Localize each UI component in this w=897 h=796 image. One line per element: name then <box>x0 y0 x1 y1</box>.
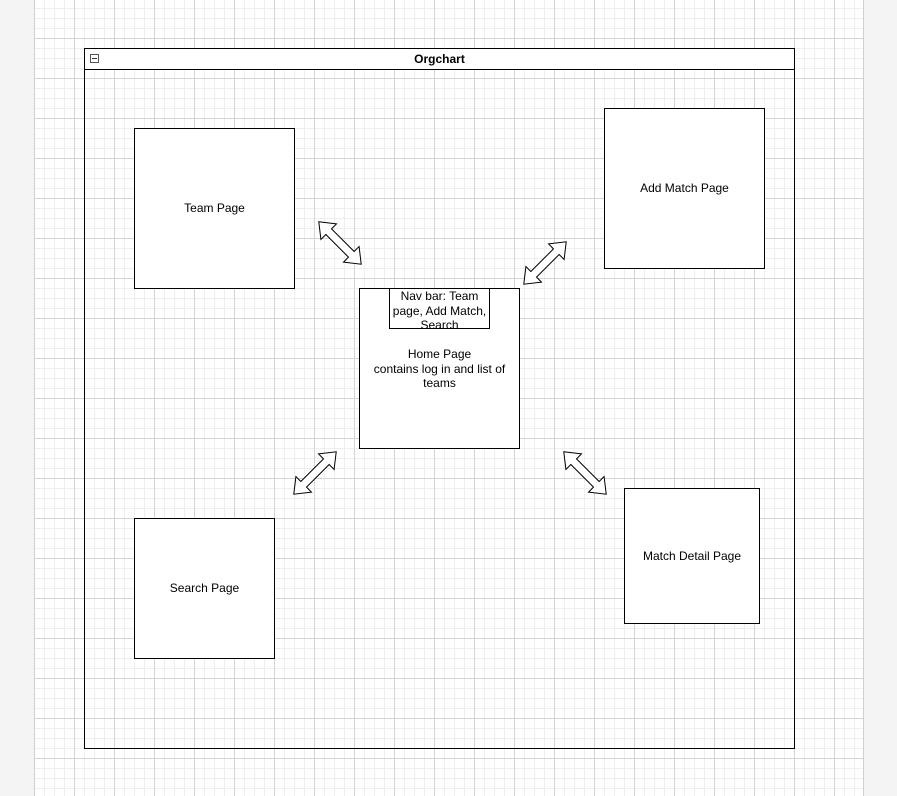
arrow-search-home[interactable] <box>286 444 344 502</box>
arrow-team-home[interactable] <box>311 214 369 272</box>
connectors-layer <box>286 214 614 502</box>
arrow-home-addmatch[interactable] <box>516 234 574 292</box>
arrow-home-matchdetail[interactable] <box>556 444 614 502</box>
